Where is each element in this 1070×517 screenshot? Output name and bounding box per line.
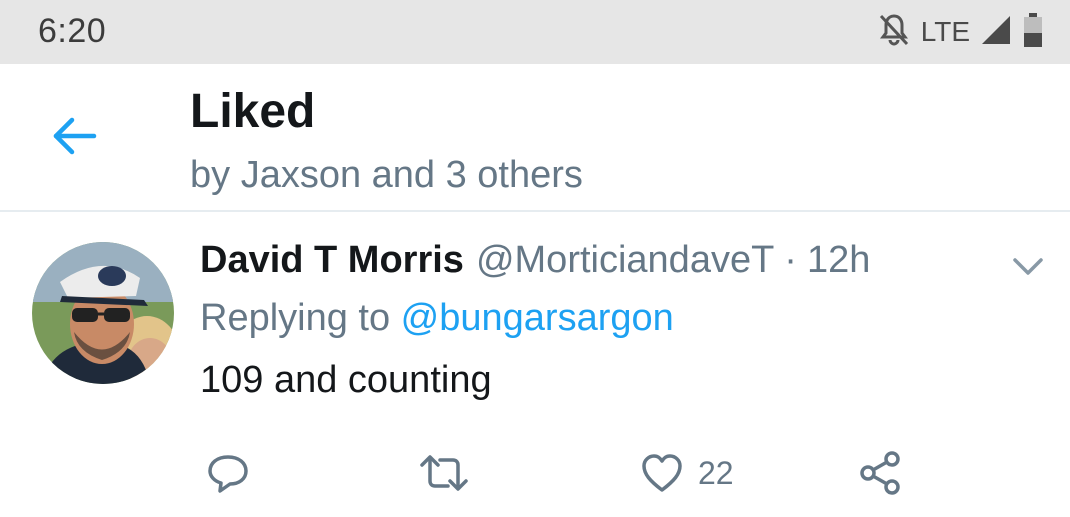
retweet-button[interactable] — [418, 449, 470, 497]
separator: · — [784, 239, 797, 281]
like-button[interactable]: 22 — [640, 449, 734, 497]
share-icon — [860, 451, 900, 495]
network-type: LTE — [920, 16, 970, 47]
replying-prefix: Replying to — [200, 297, 401, 339]
chevron-down-icon — [1013, 258, 1043, 275]
signal-icon — [980, 14, 1012, 51]
tweet-text: 109 and counting — [200, 359, 492, 401]
tweet-menu-button[interactable] — [1008, 247, 1048, 287]
status-bar: 6:20 LTE — [0, 0, 1070, 64]
tweet-header: David T Morris @MorticiandaveT · 12h — [200, 239, 870, 285]
notifications-off-icon — [877, 12, 911, 53]
reply-icon — [208, 455, 248, 493]
tweet[interactable]: David T Morris @MorticiandaveT · 12h Rep… — [0, 213, 1070, 517]
replying-to-link[interactable]: @bungarsargon — [401, 297, 674, 339]
avatar[interactable] — [32, 242, 174, 384]
battery-icon — [1022, 12, 1044, 53]
status-time: 6:20 — [38, 12, 107, 50]
replying-to: Replying to @bungarsargon — [200, 297, 674, 340]
status-icons: LTE — [877, 12, 1044, 52]
retweet-icon — [420, 455, 468, 491]
like-count: 22 — [698, 454, 734, 491]
page-subtitle: by Jaxson and 3 others — [190, 154, 583, 196]
arrow-left-icon — [53, 117, 97, 155]
author-handle[interactable]: @MorticiandaveT — [476, 239, 774, 282]
tweet-time[interactable]: 12h — [807, 239, 870, 282]
back-button[interactable] — [46, 108, 102, 164]
author-name[interactable]: David T Morris — [200, 239, 464, 282]
page-header: Liked by Jaxson and 3 others — [0, 64, 1070, 212]
heart-icon — [642, 454, 682, 492]
reply-button[interactable] — [206, 449, 250, 497]
share-button[interactable] — [858, 449, 904, 497]
page-title: Liked — [190, 85, 316, 138]
